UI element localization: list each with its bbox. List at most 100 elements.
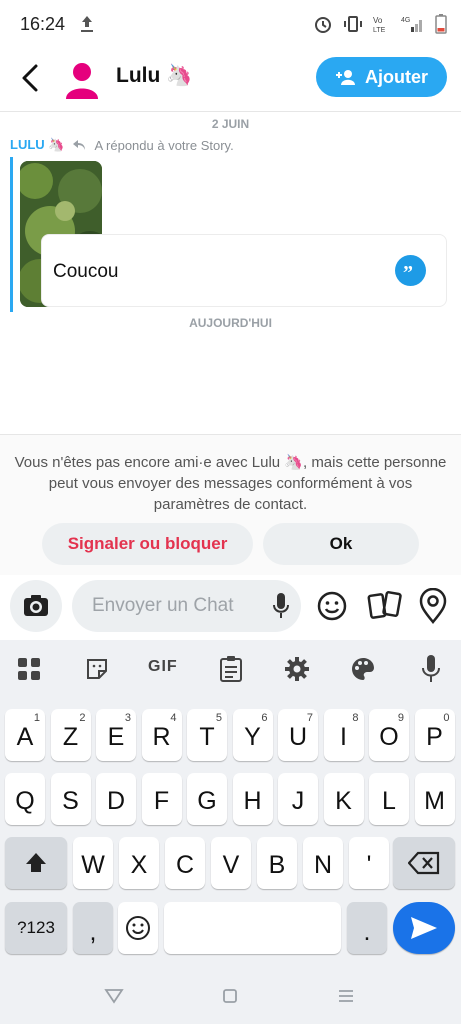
chat-header: Lulu 🦄 Ajouter	[0, 48, 461, 112]
svg-text:”: ”	[403, 262, 413, 284]
keyboard-emoji-icon	[126, 916, 150, 940]
key-r[interactable]: R4	[141, 709, 182, 761]
key-u[interactable]: U7	[278, 709, 318, 761]
back-triangle-icon[interactable]	[104, 988, 124, 1009]
key-h[interactable]: H	[232, 773, 273, 825]
signal-icon: 4G	[401, 17, 422, 32]
key-l[interactable]: L	[369, 773, 409, 825]
key-t-label: T	[199, 723, 215, 751]
sticker-icon[interactable]	[85, 657, 109, 686]
key-b[interactable]: B	[257, 837, 297, 889]
contact-name[interactable]: Lulu 🦄	[116, 64, 192, 88]
key-y[interactable]: Y6	[232, 709, 273, 761]
mic-icon[interactable]	[273, 592, 289, 625]
gif-button[interactable]: GIF	[148, 658, 178, 676]
key-apostrophe[interactable]: '	[349, 837, 389, 889]
key-f-label: F	[153, 787, 170, 815]
key-a[interactable]: A1	[5, 709, 45, 761]
backspace-key[interactable]	[393, 837, 455, 889]
key-k[interactable]: K	[323, 773, 364, 825]
quote-icon[interactable]: ”	[395, 255, 426, 286]
key-z-label: Z	[62, 723, 79, 751]
key-m[interactable]: M	[414, 773, 455, 825]
key-x-label: X	[130, 851, 148, 879]
chat-input-placeholder: Envoyer un Chat	[92, 595, 234, 616]
key-c[interactable]: C	[165, 837, 205, 889]
notice-text: Vous n'êtes pas encore ami·e avec Lulu 🦄…	[14, 454, 447, 513]
key-g[interactable]: G	[187, 773, 227, 825]
key-i-label: I	[340, 723, 347, 751]
key-r-alt: 4	[170, 712, 177, 724]
reply-text: A répondu à votre Story.	[94, 137, 234, 153]
palette-icon[interactable]	[350, 656, 376, 687]
key-v[interactable]: V	[211, 837, 251, 889]
period-key[interactable]: .	[347, 902, 387, 954]
volte-icon: Vo LTE	[373, 16, 386, 33]
key-x[interactable]: X	[119, 837, 159, 889]
back-arrow-icon[interactable]	[18, 62, 46, 94]
key-e[interactable]: E3	[96, 709, 136, 761]
location-pin-icon[interactable]	[418, 587, 448, 629]
key-z-alt: 2	[79, 712, 86, 724]
svg-text:Vo: Vo	[373, 16, 383, 25]
add-friend-button[interactable]: Ajouter	[316, 57, 447, 97]
key-o[interactable]: O9	[369, 709, 409, 761]
apps-grid-icon[interactable]	[17, 657, 41, 686]
shift-icon	[26, 853, 46, 872]
key-u-label: U	[288, 723, 308, 751]
period-key-label: .	[363, 918, 371, 946]
key-apostrophe-label: '	[366, 851, 372, 879]
key-g-label: G	[197, 787, 217, 815]
key-z[interactable]: Z2	[50, 709, 91, 761]
emoji-icon[interactable]	[316, 590, 348, 627]
gear-icon[interactable]	[284, 656, 310, 687]
symbols-key[interactable]: ?123	[5, 902, 67, 954]
clipboard-icon[interactable]	[219, 655, 243, 688]
send-arrow-icon	[411, 917, 437, 939]
home-square-icon[interactable]	[222, 988, 238, 1009]
battery-icon	[435, 14, 447, 34]
key-t[interactable]: T5	[187, 709, 227, 761]
send-key[interactable]	[393, 902, 455, 954]
svg-text:LTE: LTE	[373, 27, 386, 33]
date-separator: 2 JUIN	[211, 117, 250, 131]
keyboard-toolbar: GIF	[0, 640, 461, 697]
camera-button[interactable]	[10, 580, 62, 632]
key-a-label: A	[16, 723, 34, 751]
status-bar: 16:24 Vo LTE 4G	[0, 0, 461, 48]
key-n[interactable]: N	[303, 837, 343, 889]
avatar[interactable]	[60, 57, 104, 101]
keyboard-mic-icon[interactable]	[422, 654, 440, 689]
key-l-label: L	[382, 787, 396, 815]
report-block-button[interactable]: Signaler ou bloquer	[42, 523, 253, 565]
key-d[interactable]: D	[96, 773, 136, 825]
key-e-label: E	[107, 723, 125, 751]
message-text: Coucou	[53, 261, 119, 282]
key-o-label: O	[379, 723, 399, 751]
key-j[interactable]: J	[278, 773, 318, 825]
system-nav-bar	[0, 964, 461, 1024]
key-f[interactable]: F	[141, 773, 182, 825]
space-key[interactable]	[164, 902, 341, 954]
key-d-label: D	[106, 787, 126, 815]
upload-icon	[80, 14, 94, 39]
emoji-key[interactable]	[118, 902, 158, 954]
key-r-label: R	[152, 723, 171, 751]
key-w[interactable]: W	[73, 837, 113, 889]
key-p[interactable]: P0	[414, 709, 455, 761]
key-s[interactable]: S	[50, 773, 91, 825]
comma-key-label: ,	[89, 918, 97, 946]
comma-key[interactable]: ,	[73, 902, 113, 954]
key-q[interactable]: Q	[5, 773, 45, 825]
message-bubble[interactable]: Coucou ”	[41, 234, 447, 307]
message-accent-bar	[10, 157, 13, 312]
menu-lines-icon[interactable]	[337, 988, 355, 1009]
key-p-alt: 0	[443, 712, 450, 724]
ok-button[interactable]: Ok	[263, 523, 419, 565]
sticker-cards-icon[interactable]	[367, 589, 403, 628]
add-friend-label: Ajouter	[365, 66, 428, 87]
chat-input[interactable]: Envoyer un Chat	[72, 580, 301, 632]
key-b-label: B	[268, 851, 286, 879]
key-i[interactable]: I8	[323, 709, 364, 761]
shift-key[interactable]	[5, 837, 67, 889]
